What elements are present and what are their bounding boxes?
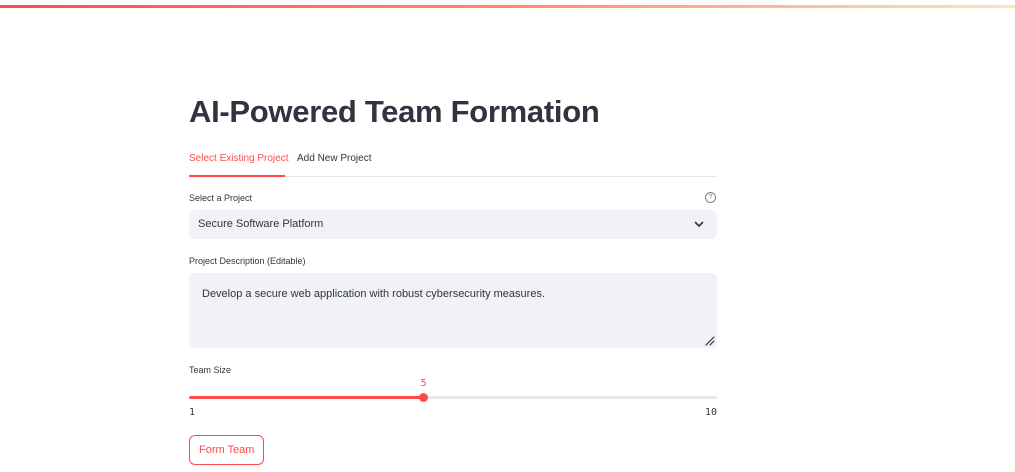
- tab-select-existing-project[interactable]: Select Existing Project: [189, 153, 289, 164]
- active-tab-underline: [189, 175, 285, 177]
- chevron-down-icon: [694, 221, 704, 227]
- slider-fill: [189, 396, 424, 399]
- slider-max-value: 10: [704, 407, 717, 418]
- form-team-button[interactable]: Form Team: [189, 435, 265, 465]
- description-textarea[interactable]: Develop a secure web application with ro…: [189, 273, 717, 348]
- slider-min-value: 1: [189, 407, 196, 418]
- team-size-label: Team Size: [189, 365, 232, 375]
- tab-add-new-project[interactable]: Add New Project: [297, 153, 371, 164]
- question-circle-icon[interactable]: ?: [705, 192, 716, 203]
- description-value: Develop a secure web application with ro…: [202, 288, 545, 300]
- top-decoration-bar: [0, 5, 1015, 8]
- team-size-slider[interactable]: 5 1 10: [189, 378, 717, 418]
- project-select[interactable]: Secure Software Platform: [189, 210, 717, 239]
- slider-thumb[interactable]: [419, 393, 429, 402]
- project-select-value: Secure Software Platform: [198, 218, 324, 230]
- resize-grip-icon[interactable]: [703, 334, 715, 346]
- project-select-label: Select a Project: [189, 193, 253, 203]
- slider-current-value: 5: [420, 378, 427, 389]
- tab-bar: Select Existing Project Add New Project: [189, 151, 717, 177]
- page-title: AI-Powered Team Formation: [189, 94, 600, 129]
- description-label: Project Description (Editable): [189, 256, 306, 266]
